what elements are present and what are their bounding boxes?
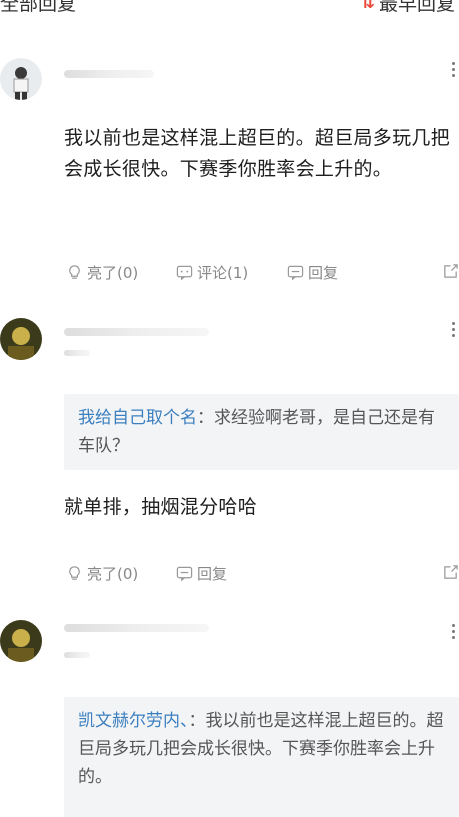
like-button[interactable]: 亮了(0): [66, 262, 138, 283]
sort-button[interactable]: ⇅ 最早回复: [361, 0, 455, 16]
meta-redacted: [64, 652, 90, 658]
share-icon[interactable]: [442, 564, 459, 585]
quoted-reply[interactable]: 我给自己取个名：求经验啊老哥，是自己还是有车队？: [64, 394, 459, 470]
username-redacted: [64, 70, 154, 78]
lightbulb-icon: [69, 566, 80, 580]
reply-button[interactable]: 回复: [176, 563, 227, 584]
lightbulb-icon: [69, 265, 80, 279]
comment-button[interactable]: 评论(1): [176, 262, 248, 283]
comment-text: 我以前也是这样混上超巨的。超巨局多玩几把会成长很快。下赛季你胜率会上升的。: [64, 127, 451, 180]
quoted-username[interactable]: 我给自己取个名: [78, 408, 197, 428]
comment-count: 评论(1): [197, 264, 249, 282]
sort-arrows-icon: ⇅: [360, 0, 375, 13]
reply-label: 回复: [308, 264, 339, 282]
reply-label: 回复: [197, 565, 228, 583]
username-redacted: [64, 624, 209, 632]
reply-button[interactable]: 回复: [287, 262, 338, 283]
avatar[interactable]: [0, 620, 42, 662]
avatar[interactable]: [0, 318, 42, 360]
comment-icon: [176, 265, 193, 281]
like-count: 亮了(0): [87, 264, 139, 282]
reply-bubble-icon: [287, 265, 304, 281]
share-icon[interactable]: [442, 263, 459, 284]
username-redacted: [64, 328, 209, 336]
quoted-username[interactable]: 凯文赫尔劳内、: [78, 711, 189, 731]
more-options-icon[interactable]: [452, 322, 456, 337]
more-options-icon[interactable]: [452, 62, 456, 77]
like-count: 亮了(0): [87, 565, 139, 583]
like-button[interactable]: 亮了(0): [66, 563, 138, 584]
avatar[interactable]: [0, 58, 42, 100]
reply-bubble-icon: [176, 566, 193, 582]
comment-text: 就单排，抽烟混分哈哈: [64, 496, 258, 518]
more-options-icon[interactable]: [452, 624, 456, 639]
quoted-reply[interactable]: 凯文赫尔劳内、：我以前也是这样混上超巨的。超巨局多玩几把会成长很快。下赛季你胜率…: [64, 697, 459, 817]
meta-redacted: [64, 350, 90, 356]
tab-all-replies[interactable]: 全部回复: [0, 0, 76, 16]
sort-label: 最早回复: [378, 0, 455, 15]
